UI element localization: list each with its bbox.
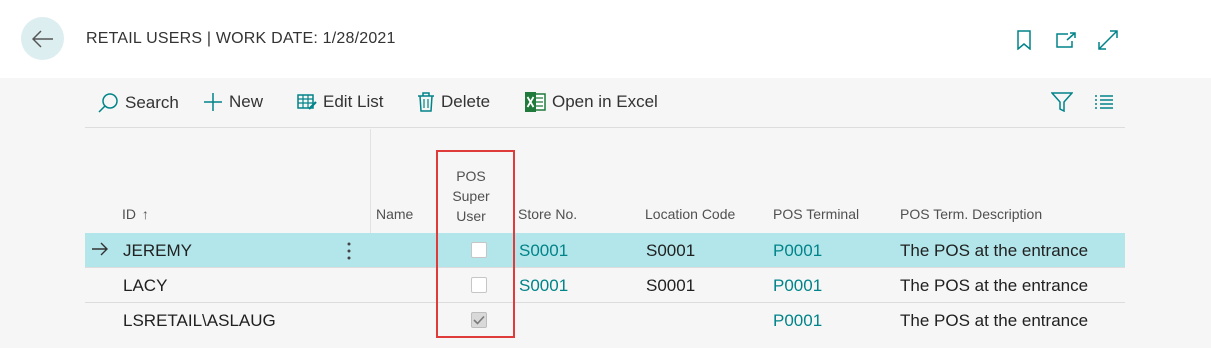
cell-pos-terminal[interactable]: P0001: [773, 276, 822, 296]
table-row[interactable]: JEREMY S0001 S0001 P0001 The POS at the …: [85, 233, 1125, 268]
list-page-content: Search New Edit List Delete Open in Exce…: [0, 78, 1211, 348]
row-actions-menu-button[interactable]: [343, 238, 355, 264]
edit-list-button[interactable]: Edit List: [297, 92, 383, 112]
more-options-vertical-icon: [347, 242, 351, 260]
retail-users-grid: ID ↑ Name POS Super User Store No. Locat…: [85, 129, 1125, 348]
column-separator: [370, 129, 371, 233]
filter-button[interactable]: [1050, 92, 1074, 117]
cell-location-code: S0001: [646, 276, 696, 295]
filter-icon: [1050, 92, 1074, 113]
column-label-id: ID: [122, 206, 136, 222]
list-view-icon: [1095, 95, 1113, 109]
column-header-pos-terminal[interactable]: POS Terminal: [773, 206, 859, 222]
edit-list-icon: [297, 94, 317, 110]
column-header-store-no[interactable]: Store No.: [518, 206, 577, 222]
delete-label: Delete: [441, 92, 491, 111]
new-button[interactable]: New: [203, 92, 263, 112]
cell-pos-terminal[interactable]: P0001: [773, 241, 822, 261]
back-button[interactable]: [21, 17, 64, 60]
page-title: RETAIL USERS | WORK DATE: 1/28/2021: [86, 30, 396, 47]
back-arrow-icon: [31, 29, 53, 48]
cell-id[interactable]: JEREMY: [123, 241, 192, 261]
column-header-name[interactable]: Name: [376, 206, 413, 222]
column-header-id[interactable]: ID ↑: [122, 206, 149, 222]
trash-icon: [418, 92, 434, 112]
open-new-window-icon: [1056, 32, 1076, 48]
expand-icon: [1098, 30, 1118, 50]
cell-pos-term-description: The POS at the entrance: [900, 311, 1089, 330]
action-bar: Search New Edit List Delete Open in Exce…: [85, 78, 1125, 128]
open-in-excel-button[interactable]: Open in Excel: [524, 92, 658, 112]
cell-id[interactable]: LSRETAIL\ASLAUG: [123, 311, 276, 331]
cell-pos-term-description: The POS at the entrance: [900, 276, 1089, 295]
cell-id[interactable]: LACY: [123, 276, 167, 296]
edit-list-label: Edit List: [323, 92, 384, 111]
sort-ascending-icon: ↑: [141, 206, 149, 222]
current-row-arrow-icon: [92, 242, 108, 256]
excel-icon: [525, 92, 546, 112]
new-label: New: [229, 92, 264, 111]
open-in-excel-label: Open in Excel: [552, 92, 658, 111]
search-label: Search: [125, 93, 179, 112]
bookmark-icon: [1017, 30, 1031, 50]
search-icon: [98, 93, 118, 113]
plus-icon: [204, 93, 222, 111]
bookmark-button[interactable]: [1010, 28, 1038, 52]
highlight-box: [436, 150, 515, 338]
open-new-window-button[interactable]: [1052, 28, 1080, 52]
cell-store-no[interactable]: S0001: [519, 241, 568, 261]
delete-button[interactable]: Delete: [417, 92, 490, 112]
page-header: RETAIL USERS | WORK DATE: 1/28/2021: [0, 0, 1211, 78]
cell-store-no[interactable]: S0001: [519, 276, 568, 296]
column-header-pos-term-description[interactable]: POS Term. Description: [900, 206, 1042, 222]
cell-pos-term-description: The POS at the entrance: [900, 241, 1089, 260]
table-row[interactable]: LSRETAIL\ASLAUG P0001 The POS at the ent…: [85, 303, 1125, 338]
cell-location-code: S0001: [646, 241, 696, 260]
column-header-location-code[interactable]: Location Code: [645, 206, 735, 222]
search-button[interactable]: Search: [97, 92, 179, 114]
cell-pos-terminal[interactable]: P0001: [773, 311, 822, 331]
table-row[interactable]: LACY S0001 S0001 P0001 The POS at the en…: [85, 268, 1125, 303]
list-view-button[interactable]: [1094, 94, 1114, 115]
expand-button[interactable]: [1094, 28, 1122, 52]
